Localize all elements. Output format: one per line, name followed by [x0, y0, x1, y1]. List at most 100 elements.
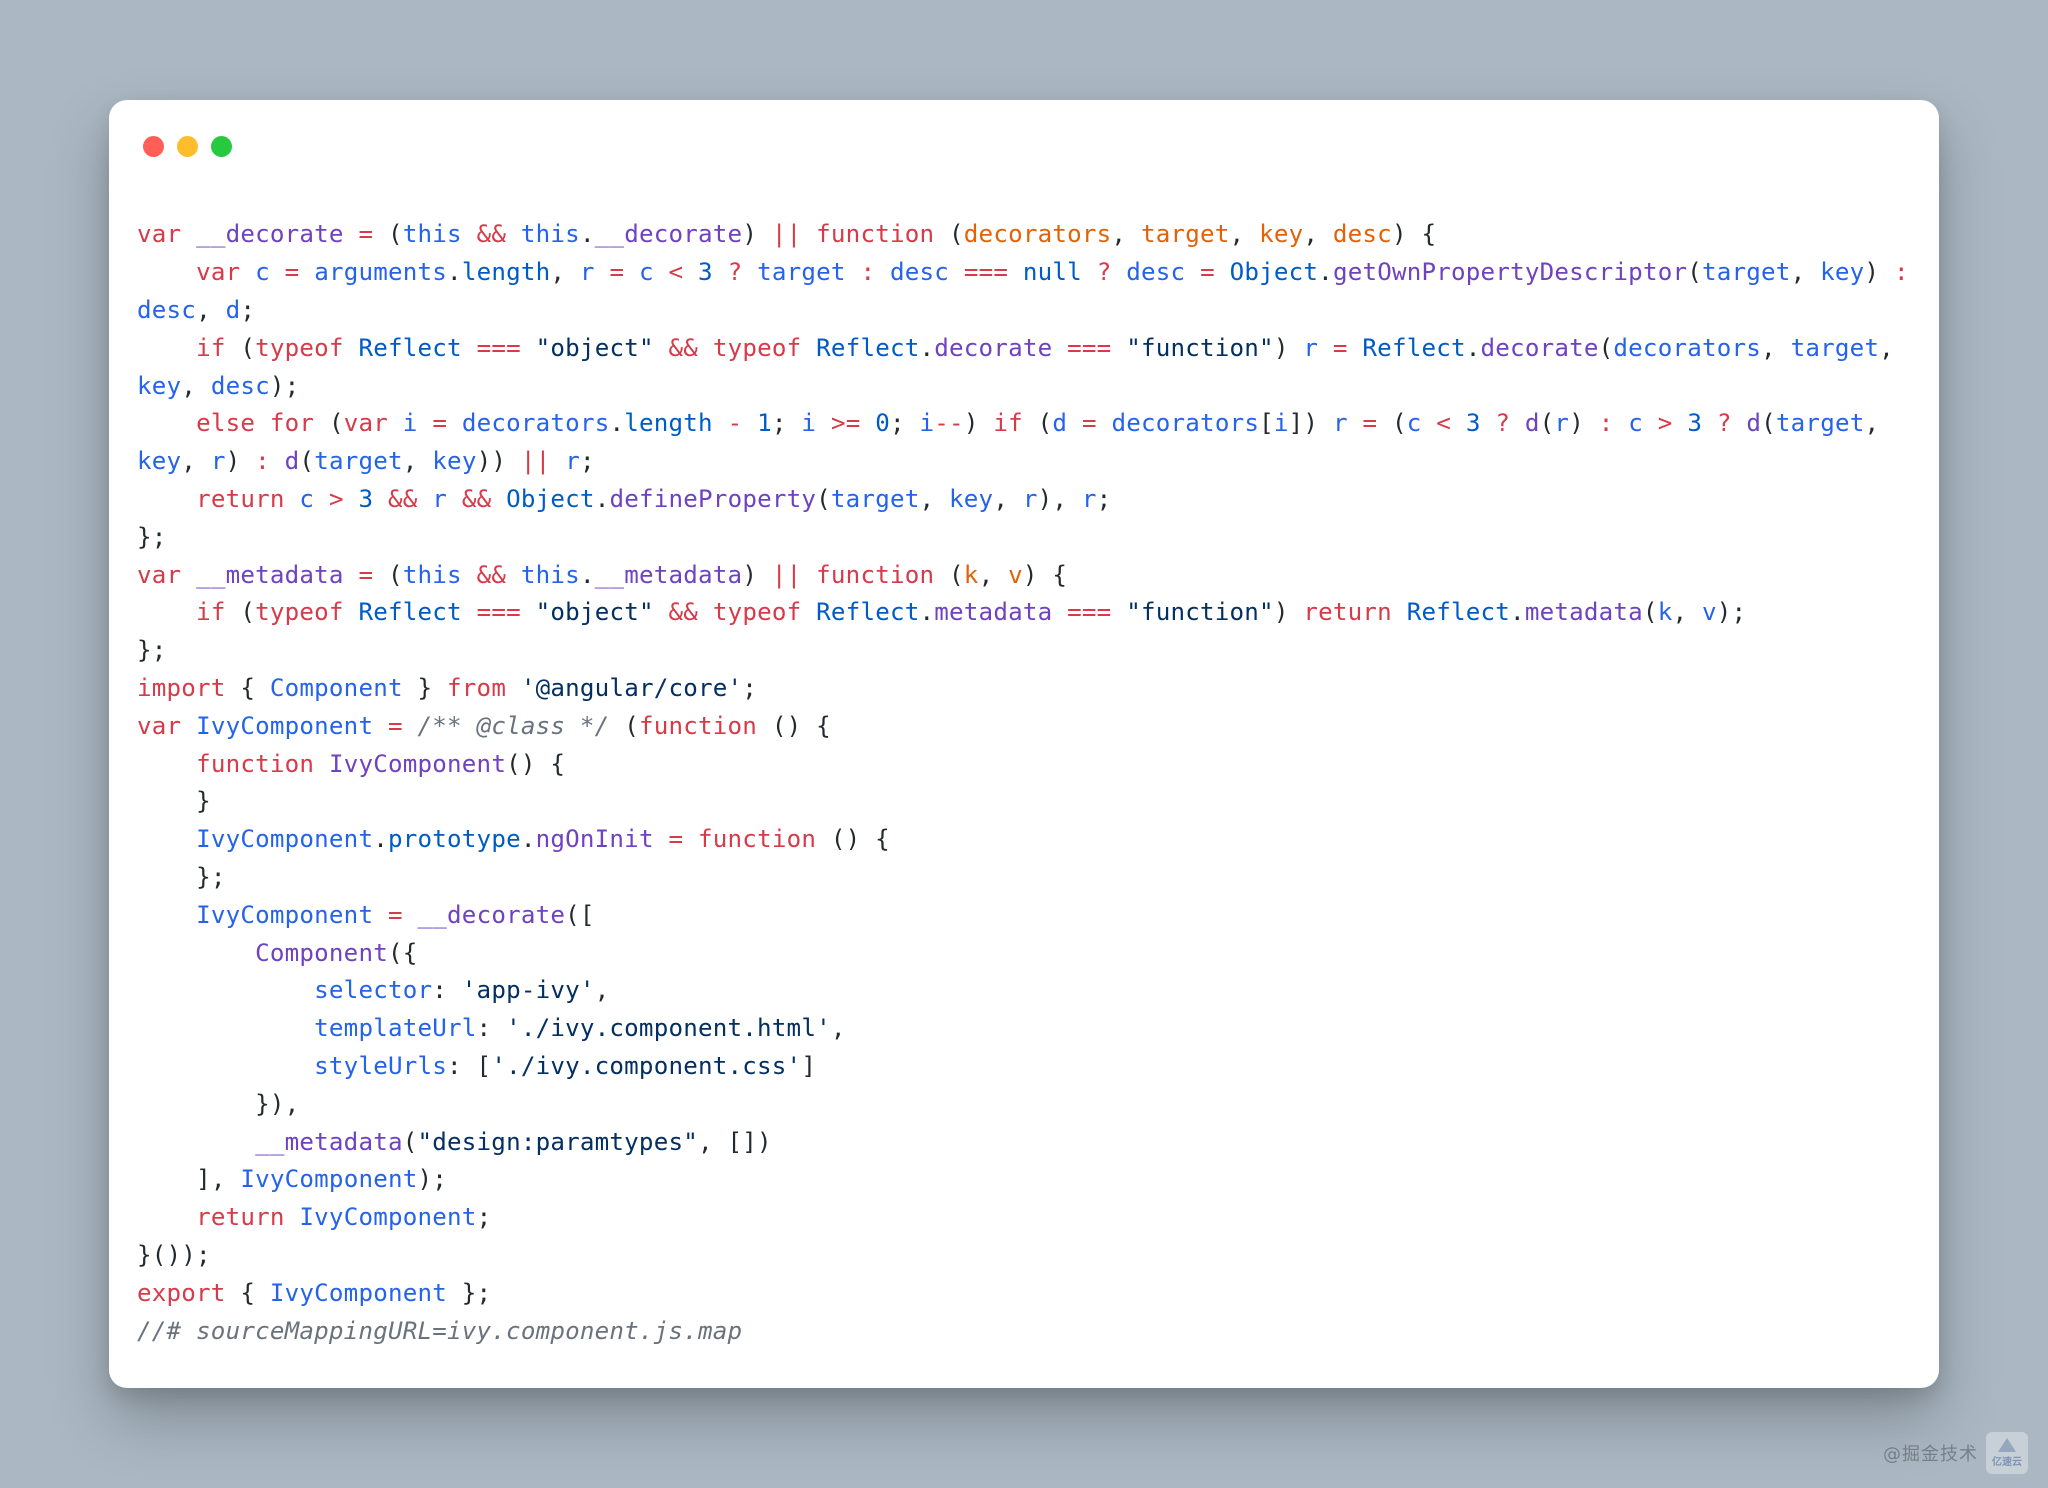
- code-token: function: [816, 220, 934, 248]
- code-token: r: [580, 258, 595, 286]
- code-token: import: [137, 674, 226, 702]
- code-token: if: [196, 598, 226, 626]
- code-token: r: [565, 447, 580, 475]
- code-token: k: [1658, 598, 1673, 626]
- code-token: i: [920, 409, 935, 437]
- code-token: decorate: [934, 334, 1052, 362]
- code-token: metadata: [934, 598, 1052, 626]
- code-token: length: [624, 409, 713, 437]
- code-token: IvyComponent: [299, 1203, 476, 1231]
- window-traffic-lights: [137, 128, 1911, 179]
- code-token: c: [255, 258, 270, 286]
- code-token: Reflect: [816, 334, 919, 362]
- code-token: from: [447, 674, 506, 702]
- code-token: __decorate: [418, 901, 566, 929]
- code-token: typeof: [713, 334, 802, 362]
- code-token: c: [1407, 409, 1422, 437]
- code-token: v: [1702, 598, 1717, 626]
- code-token: 3: [1687, 409, 1702, 437]
- code-token: return: [1303, 598, 1392, 626]
- code-token: key: [432, 447, 476, 475]
- code-token: else: [196, 409, 255, 437]
- code-token: i: [1274, 409, 1289, 437]
- code-token: defineProperty: [609, 485, 816, 513]
- code-token: IvyComponent: [329, 750, 506, 778]
- watermark-logo-label: 亿速云: [1992, 1453, 2022, 1468]
- code-token: i: [403, 409, 418, 437]
- code-token: d: [285, 447, 300, 475]
- code-token: function: [816, 561, 934, 589]
- code-token: Component: [270, 674, 403, 702]
- code-token: desc: [1126, 258, 1185, 286]
- code-token: IvyComponent: [196, 825, 373, 853]
- code-comment: /** @class */: [418, 712, 610, 740]
- code-token: target: [1791, 334, 1880, 362]
- code-token: 3: [358, 485, 373, 513]
- code-token: prototype: [388, 825, 521, 853]
- code-token: Reflect: [1407, 598, 1510, 626]
- code-window: var __decorate = (this && this.__decorat…: [109, 100, 1939, 1389]
- code-token: __decorate: [595, 220, 743, 248]
- code-token: Object: [506, 485, 595, 513]
- code-token: desc: [1333, 220, 1392, 248]
- code-token: var: [196, 258, 240, 286]
- code-token: IvyComponent: [240, 1165, 417, 1193]
- code-token: "function": [1126, 598, 1274, 626]
- window-close-dot[interactable]: [143, 136, 164, 157]
- code-token: return: [196, 1203, 285, 1231]
- code-token: d: [1525, 409, 1540, 437]
- window-zoom-dot[interactable]: [211, 136, 232, 157]
- code-token: Object: [1230, 258, 1319, 286]
- code-token: arguments: [314, 258, 447, 286]
- code-token: selector: [314, 976, 432, 1004]
- code-token: length: [462, 258, 551, 286]
- code-token: target: [1702, 258, 1791, 286]
- code-token: r: [1554, 409, 1569, 437]
- code-token: 1: [757, 409, 772, 437]
- code-token: var: [344, 409, 388, 437]
- code-token: desc: [890, 258, 949, 286]
- code-token: decorators: [1613, 334, 1761, 362]
- code-token: d: [1746, 409, 1761, 437]
- code-token: metadata: [1525, 598, 1643, 626]
- code-token: typeof: [255, 598, 344, 626]
- code-token: Reflect: [358, 334, 461, 362]
- code-token: target: [1776, 409, 1865, 437]
- code-token: c: [639, 258, 654, 286]
- code-token: r: [211, 447, 226, 475]
- code-token: IvyComponent: [196, 712, 373, 740]
- code-token: '@angular/core': [521, 674, 742, 702]
- code-token: c: [299, 485, 314, 513]
- code-token: target: [314, 447, 403, 475]
- code-token: var: [137, 561, 181, 589]
- code-token: "design:paramtypes": [418, 1128, 698, 1156]
- code-token: 3: [1466, 409, 1481, 437]
- code-token: null: [1023, 258, 1082, 286]
- code-token: i: [801, 409, 816, 437]
- code-token: __decorate: [196, 220, 344, 248]
- code-token: desc: [137, 296, 196, 324]
- code-token: __metadata: [255, 1128, 403, 1156]
- code-token: key: [137, 447, 181, 475]
- code-token: function: [698, 825, 816, 853]
- window-minimize-dot[interactable]: [177, 136, 198, 157]
- code-token: Reflect: [1362, 334, 1465, 362]
- code-token: key: [949, 485, 993, 513]
- watermark: @掘金技术 亿速云: [1883, 1432, 2028, 1474]
- code-token: function: [196, 750, 314, 778]
- code-token: var: [137, 712, 181, 740]
- code-token: Reflect: [816, 598, 919, 626]
- code-token: Component: [255, 939, 388, 967]
- code-token: __metadata: [196, 561, 344, 589]
- code-token: for: [270, 409, 314, 437]
- code-token: function: [639, 712, 757, 740]
- code-token: ngOnInit: [536, 825, 654, 853]
- code-token: 0: [875, 409, 890, 437]
- code-token: IvyComponent: [196, 901, 373, 929]
- code-block: var __decorate = (this && this.__decorat…: [137, 179, 1911, 1351]
- code-token: "function": [1126, 334, 1274, 362]
- code-token: decorators: [1111, 409, 1259, 437]
- code-token: Reflect: [358, 598, 461, 626]
- code-token: target: [1141, 220, 1230, 248]
- code-token: r: [432, 485, 447, 513]
